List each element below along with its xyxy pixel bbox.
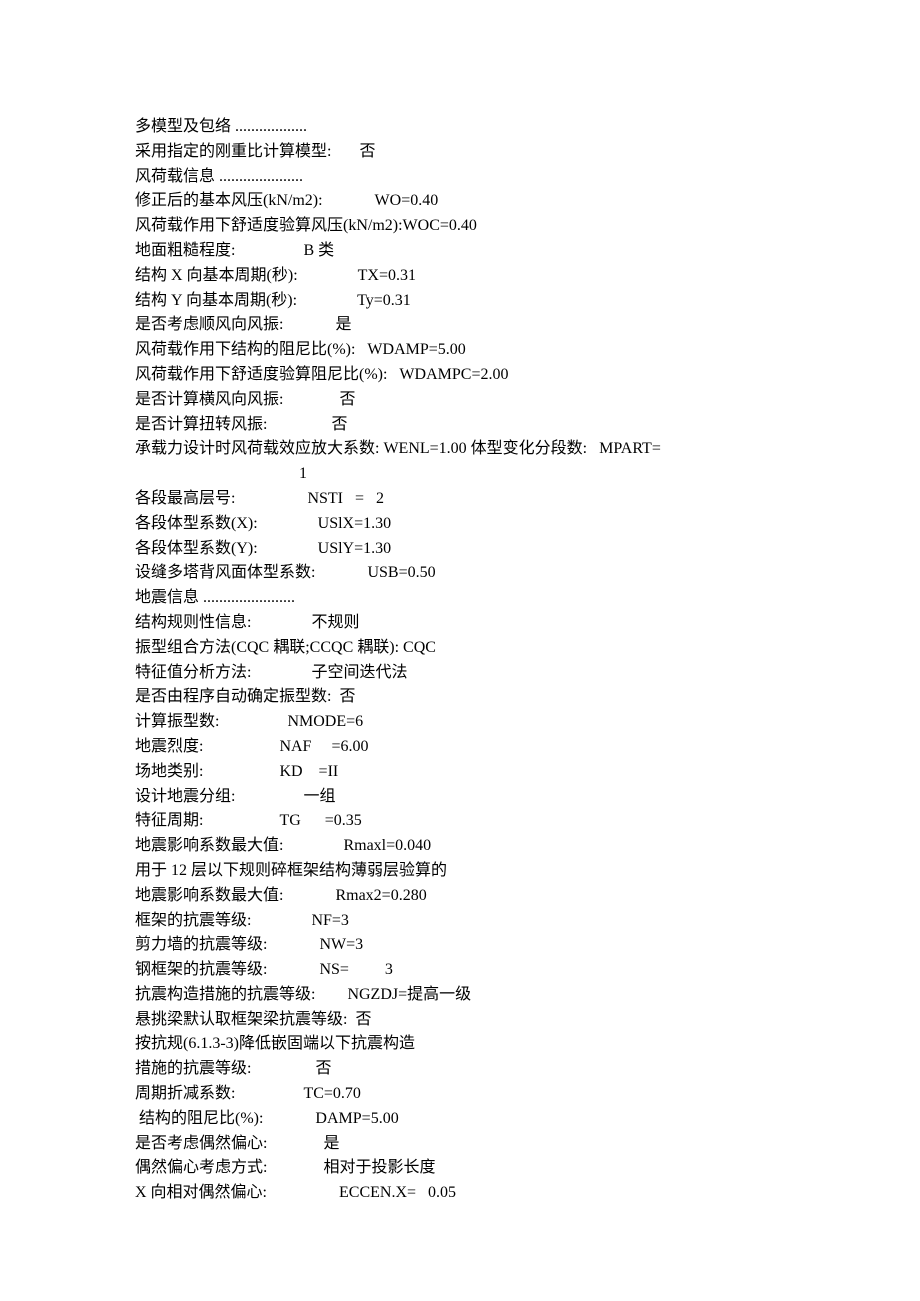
text-line: 风荷载信息 ..................... <box>135 165 785 190</box>
text-line: 地面粗糙程度: B 类 <box>135 239 785 264</box>
text-line: 地震影响系数最大值: Rmax2=0.280 <box>135 884 785 909</box>
text-line: 措施的抗震等级: 否 <box>135 1057 785 1082</box>
text-line: 是否由程序自动确定振型数: 否 <box>135 685 785 710</box>
text-line: X 向相对偶然偏心: ECCEN.X= 0.05 <box>135 1181 785 1206</box>
document-page: 多模型及包络 .................. 采用指定的刚重比计算模型: … <box>0 0 920 1246</box>
text-line: 结构 X 向基本周期(秒): TX=0.31 <box>135 264 785 289</box>
text-line: 计算振型数: NMODE=6 <box>135 710 785 735</box>
text-line: 修正后的基本风压(kN/m2): WO=0.40 <box>135 189 785 214</box>
text-line: 多模型及包络 .................. <box>135 115 785 140</box>
text-line: 框架的抗震等级: NF=3 <box>135 909 785 934</box>
text-line: 1 <box>135 462 785 487</box>
text-line: 剪力墙的抗震等级: NW=3 <box>135 933 785 958</box>
text-line: 地震烈度: NAF =6.00 <box>135 735 785 760</box>
text-line: 采用指定的刚重比计算模型: 否 <box>135 140 785 165</box>
text-line: 地震信息 ....................... <box>135 586 785 611</box>
text-line: 是否计算扭转风振: 否 <box>135 413 785 438</box>
text-line: 是否计算横风向风振: 否 <box>135 388 785 413</box>
text-line: 特征值分析方法: 子空间迭代法 <box>135 661 785 686</box>
text-line: 风荷载作用下结构的阻尼比(%): WDAMP=5.00 <box>135 338 785 363</box>
text-line: 各段体型系数(Y): USlY=1.30 <box>135 537 785 562</box>
text-line: 场地类别: KD =II <box>135 760 785 785</box>
text-line: 结构规则性信息: 不规则 <box>135 611 785 636</box>
text-line: 结构 Y 向基本周期(秒): Ty=0.31 <box>135 289 785 314</box>
text-line: 风荷载作用下舒适度验算风压(kN/m2):WOC=0.40 <box>135 214 785 239</box>
text-line: 偶然偏心考虑方式: 相对于投影长度 <box>135 1156 785 1181</box>
text-line: 特征周期: TG =0.35 <box>135 809 785 834</box>
text-line: 承载力设计时风荷载效应放大系数: WENL=1.00 体型变化分段数: MPAR… <box>135 437 785 462</box>
text-line: 振型组合方法(CQC 耦联;CCQC 耦联): CQC <box>135 636 785 661</box>
text-line: 是否考虑偶然偏心: 是 <box>135 1132 785 1157</box>
text-line: 抗震构造措施的抗震等级: NGZDJ=提高一级 <box>135 983 785 1008</box>
text-line: 是否考虑顺风向风振: 是 <box>135 313 785 338</box>
text-line: 按抗规(6.1.3-3)降低嵌固端以下抗震构造 <box>135 1032 785 1057</box>
text-line: 结构的阻尼比(%): DAMP=5.00 <box>135 1107 785 1132</box>
text-line: 用于 12 层以下规则碎框架结构薄弱层验算的 <box>135 859 785 884</box>
text-line: 地震影响系数最大值: Rmaxl=0.040 <box>135 834 785 859</box>
text-line: 钢框架的抗震等级: NS= 3 <box>135 958 785 983</box>
text-line: 悬挑梁默认取框架梁抗震等级: 否 <box>135 1008 785 1033</box>
text-line: 各段最高层号: NSTI = 2 <box>135 487 785 512</box>
text-line: 设计地震分组: 一组 <box>135 785 785 810</box>
text-line: 周期折减系数: TC=0.70 <box>135 1082 785 1107</box>
text-line: 风荷载作用下舒适度验算阻尼比(%): WDAMPC=2.00 <box>135 363 785 388</box>
text-line: 设缝多塔背风面体型系数: USB=0.50 <box>135 561 785 586</box>
text-line: 各段体型系数(X): USlX=1.30 <box>135 512 785 537</box>
